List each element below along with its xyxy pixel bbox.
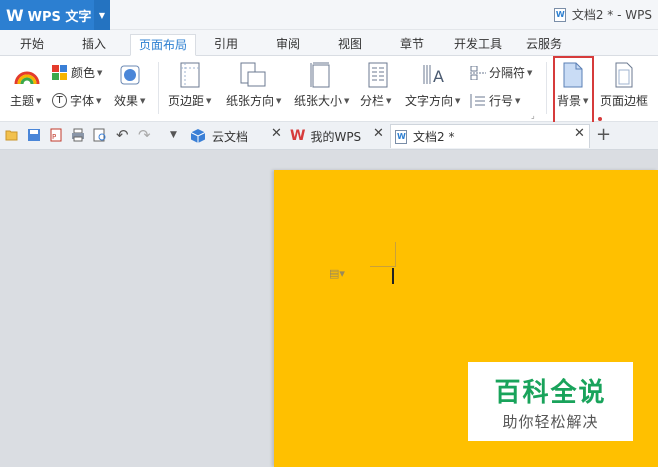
- close-icon[interactable]: ✕: [574, 126, 585, 141]
- app-menu-button[interactable]: W WPS 文字 ▼: [0, 0, 110, 30]
- margins-icon: [180, 62, 200, 88]
- document-icon: [553, 7, 566, 22]
- app-name: WPS 文字: [27, 9, 92, 25]
- font-t-icon: T: [52, 93, 67, 108]
- chevron-down-icon: ▼: [515, 96, 521, 105]
- text-direction-icon: A: [423, 65, 444, 86]
- rainbow-icon: [14, 71, 40, 85]
- text-direction-button[interactable]: 文字方向 ▼: [405, 92, 460, 109]
- export-pdf-icon[interactable]: P: [49, 128, 63, 142]
- my-wps-label: 我的WPS: [310, 129, 362, 144]
- columns-label: 分栏: [360, 94, 385, 108]
- chevron-down-icon: ▼: [527, 68, 533, 77]
- page-border-icon: [615, 62, 633, 88]
- document-2-label: 文档2 *: [413, 130, 455, 144]
- wps-logo-icon: W: [290, 128, 306, 144]
- wps-logo-icon: W: [6, 5, 24, 25]
- save-icon[interactable]: [27, 128, 41, 142]
- chevron-down-icon: ▼: [276, 96, 282, 105]
- margin-corner-mark: [395, 242, 396, 267]
- line-number-label: 行号: [489, 94, 514, 108]
- paper-size-button[interactable]: 纸张大小 ▼: [294, 92, 349, 109]
- close-icon[interactable]: ✕: [271, 126, 282, 141]
- print-preview-icon[interactable]: [93, 128, 107, 142]
- chevron-down-icon: ▼: [344, 96, 350, 105]
- dialog-launcher-icon[interactable]: ⌟: [531, 111, 535, 120]
- cloud-docs-label: 云文档: [212, 129, 249, 144]
- document-icon: [395, 129, 407, 144]
- separator-button[interactable]: 分隔符 ▼: [470, 64, 532, 81]
- close-icon[interactable]: ✕: [373, 126, 384, 141]
- margins-button[interactable]: 页边距 ▼: [168, 92, 211, 109]
- ribbon-divider: [546, 62, 547, 114]
- separator-label: 分隔符: [489, 66, 526, 80]
- effect-icon: [120, 65, 140, 85]
- chevron-down-icon: ▼: [455, 96, 461, 105]
- font-label: 字体: [70, 94, 95, 108]
- theme-label: 主题: [10, 94, 35, 108]
- columns-button[interactable]: 分栏 ▼: [360, 92, 391, 109]
- cloud-cube-icon: [190, 129, 206, 143]
- title-bar: W WPS 文字 ▼ 文档2 * - WPS: [0, 0, 658, 30]
- font-button[interactable]: T 字体 ▼: [52, 92, 101, 109]
- chevron-down-icon: ▼: [36, 96, 42, 105]
- annotation-dot: [598, 117, 602, 121]
- orientation-label: 纸张方向: [226, 94, 275, 108]
- open-folder-icon[interactable]: [5, 128, 19, 142]
- tab-insert[interactable]: 插入: [74, 34, 114, 56]
- effect-button[interactable]: 效果 ▼: [114, 92, 145, 109]
- chevron-down-icon: ▼: [97, 68, 103, 77]
- chevron-down-icon: ▼: [386, 96, 392, 105]
- svg-text:A: A: [433, 67, 444, 86]
- orientation-button[interactable]: 纸张方向 ▼: [226, 92, 281, 109]
- ribbon-divider: [158, 62, 159, 114]
- columns-icon: [368, 62, 388, 88]
- orientation-icon: [240, 62, 266, 87]
- paper-size-label: 纸张大小: [294, 94, 343, 108]
- color-grid-icon: [52, 64, 67, 80]
- tab-developer[interactable]: 开发工具: [446, 34, 510, 56]
- theme-button[interactable]: 主题 ▼: [10, 92, 41, 109]
- menu-bar: 开始 插入 页面布局 引用 审阅 视图 章节 开发工具 云服务: [0, 30, 658, 56]
- chevron-down-icon: ▼: [206, 96, 212, 105]
- print-icon[interactable]: [71, 128, 85, 142]
- tab-cloud-service[interactable]: 云服务: [518, 34, 570, 56]
- page-border-button[interactable]: 页面边框: [600, 92, 648, 109]
- window-title: 文档2 * - WPS: [571, 8, 652, 22]
- color-label: 颜色: [71, 66, 96, 80]
- watermark-subtitle: 助你轻松解决: [502, 412, 599, 431]
- text-cursor: [392, 268, 394, 284]
- margin-corner-mark: [370, 266, 396, 267]
- tab-references[interactable]: 引用: [206, 34, 246, 56]
- watermark-badge: 百科全说 助你轻松解决: [468, 362, 633, 441]
- tab-review[interactable]: 审阅: [268, 34, 308, 56]
- color-button[interactable]: 颜色 ▼: [52, 64, 102, 81]
- tab-document-2[interactable]: 文档2 *: [390, 124, 590, 148]
- undo-icon[interactable]: ↶: [116, 126, 129, 144]
- new-tab-icon[interactable]: +: [596, 124, 611, 145]
- paper-size-icon: [310, 62, 330, 88]
- separator-icon: [470, 65, 486, 80]
- watermark-title: 百科全说: [494, 377, 607, 408]
- margins-label: 页边距: [168, 94, 205, 108]
- svg-text:P: P: [52, 133, 56, 141]
- line-number-button[interactable]: 行号 ▼: [470, 92, 520, 109]
- quick-access-bar: P ↶ ↷ ▼ 云文档 ✕ W 我的WPS ✕ 文档2 * ✕ +: [0, 122, 658, 150]
- tab-chapter[interactable]: 章节: [392, 34, 432, 56]
- tab-view[interactable]: 视图: [330, 34, 370, 56]
- customize-toolbar-icon[interactable]: ▼: [170, 130, 177, 140]
- chevron-down-icon: ▼: [96, 96, 102, 105]
- window-title-area: 文档2 * - WPS: [553, 6, 652, 23]
- paragraph-layout-icon[interactable]: ▤▾: [329, 267, 345, 280]
- page-border-label: 页面边框: [600, 94, 649, 108]
- tab-start[interactable]: 开始: [12, 34, 52, 56]
- line-number-icon: [470, 93, 485, 108]
- app-menu-arrow-icon[interactable]: ▼: [94, 0, 110, 30]
- text-direction-label: 文字方向: [405, 94, 454, 108]
- tab-page-layout[interactable]: 页面布局: [130, 34, 197, 56]
- chevron-down-icon: ▼: [140, 96, 146, 105]
- effect-label: 效果: [114, 94, 139, 108]
- redo-icon[interactable]: ↷: [138, 126, 151, 144]
